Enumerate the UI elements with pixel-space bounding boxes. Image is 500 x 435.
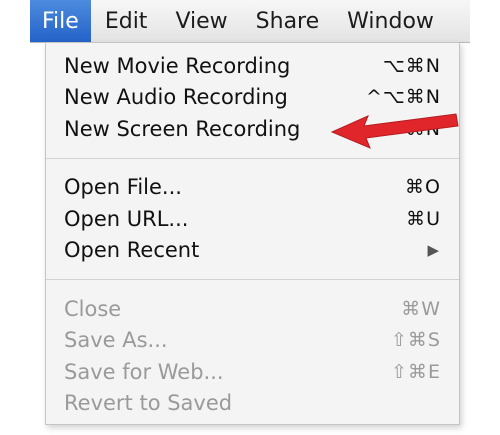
menu-item-label: Save As... xyxy=(64,328,168,353)
menu-item-revert-to-saved: Revert to Saved xyxy=(46,388,459,420)
screen: File Edit View Share Window New Movie Re… xyxy=(0,0,500,435)
menu-item-open-url[interactable]: Open URL... ⌘U xyxy=(46,203,459,235)
menu-item-open-recent[interactable]: Open Recent ▶ xyxy=(46,235,459,267)
menu-window[interactable]: Window xyxy=(333,0,448,42)
menu-bar: File Edit View Share Window xyxy=(30,0,470,43)
menu-separator xyxy=(46,279,459,280)
menu-item-label: Revert to Saved xyxy=(64,391,233,416)
menu-item-new-movie-recording[interactable]: New Movie Recording ⌥⌘N xyxy=(46,50,459,82)
file-dropdown-menu: New Movie Recording ⌥⌘N New Audio Record… xyxy=(45,42,460,425)
menu-item-open-file[interactable]: Open File... ⌘O xyxy=(46,172,459,204)
menu-edit[interactable]: Edit xyxy=(91,0,162,42)
menu-item-label: New Audio Recording xyxy=(64,85,288,110)
red-arrow-icon xyxy=(330,113,459,149)
menu-item-label: Open File... xyxy=(64,175,182,200)
menu-item-label: New Screen Recording xyxy=(64,116,301,141)
menu-file[interactable]: File xyxy=(30,0,91,42)
menu-item-label: New Movie Recording xyxy=(64,53,291,78)
menu-item-shortcut: ⌥⌘N xyxy=(382,54,441,77)
menu-item-label: Close xyxy=(64,296,122,321)
menu-item-shortcut: ⇧⌘E xyxy=(391,360,441,383)
menu-item-shortcut: ^⌥⌘N xyxy=(365,86,441,109)
menu-item-label: Save for Web... xyxy=(64,359,224,384)
menu-item-label: Open URL... xyxy=(64,206,189,231)
menu-item-save-as: Save As... ⇧⌘S xyxy=(46,325,459,357)
menu-share[interactable]: Share xyxy=(242,0,334,42)
menu-item-save-for-web: Save for Web... ⇧⌘E xyxy=(46,356,459,388)
submenu-arrow-icon: ▶ xyxy=(427,241,439,260)
menu-item-label: Open Recent xyxy=(64,238,200,263)
menu-item-shortcut: ⌘O xyxy=(405,176,441,199)
menu-item-shortcut: ⌘U xyxy=(406,207,441,230)
menu-item-shortcut: ⇧⌘S xyxy=(391,329,441,352)
menu-item-shortcut: ⌘W xyxy=(401,297,441,320)
menu-separator xyxy=(46,157,459,159)
menu-view[interactable]: View xyxy=(161,0,241,42)
menu-item-close: Close ⌘W xyxy=(46,293,459,325)
